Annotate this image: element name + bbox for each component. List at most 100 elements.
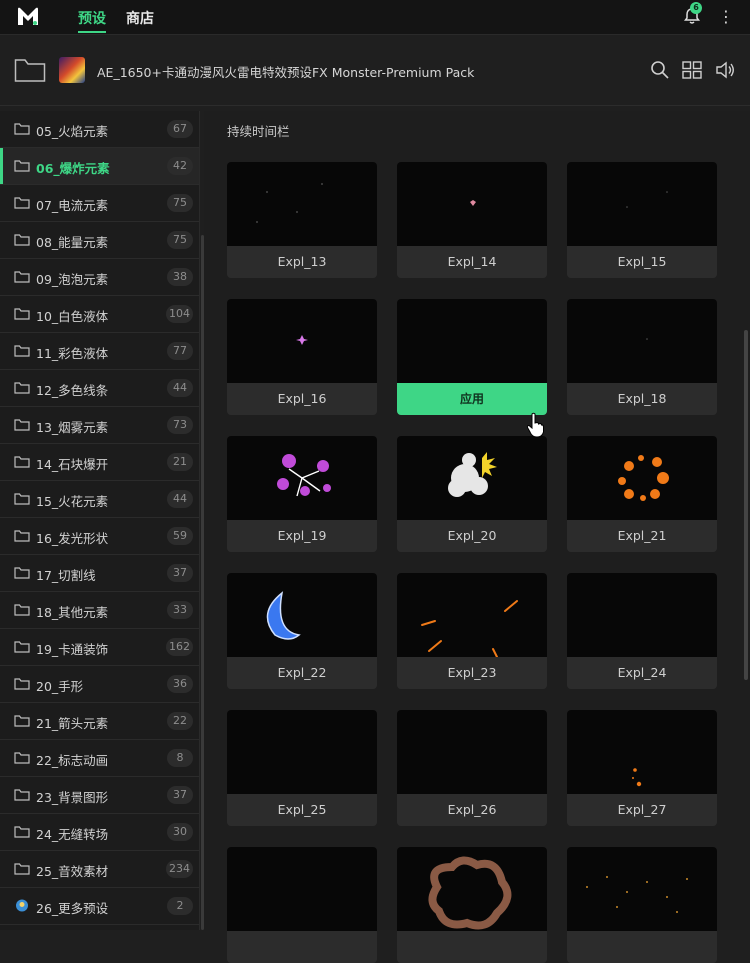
preset-preview[interactable]	[227, 299, 377, 383]
folder-icon[interactable]	[14, 57, 46, 83]
apply-button[interactable]: 应用	[397, 383, 547, 415]
preset-card[interactable]	[567, 847, 717, 963]
preset-preview[interactable]	[227, 710, 377, 794]
sidebar-item-label: 16_发光形状	[36, 531, 109, 546]
preset-preview[interactable]	[567, 847, 717, 931]
sidebar-item[interactable]: 15_火花元素 44	[0, 481, 199, 518]
effect-preview-art	[227, 847, 377, 931]
sidebar-item[interactable]: 07_电流元素 75	[0, 185, 199, 222]
preset-card[interactable]: Expl_19	[227, 436, 377, 552]
volume-icon[interactable]	[714, 59, 736, 81]
effect-preview-art	[421, 600, 518, 657]
effect-preview-art	[586, 876, 688, 913]
effect-preview-art	[296, 335, 308, 345]
more-menu-icon[interactable]: ⋮	[718, 7, 734, 27]
sidebar-item[interactable]: 11_彩色液体 77	[0, 333, 199, 370]
folder-icon	[14, 715, 30, 727]
preset-card[interactable]: Expl_18	[567, 299, 717, 415]
tab-presets[interactable]: 预设	[78, 8, 106, 28]
sidebar-item[interactable]: 17_切割线 37	[0, 555, 199, 592]
preset-card[interactable]	[397, 847, 547, 963]
preset-card[interactable]: Expl_15	[567, 162, 717, 278]
sidebar-item-label: 23_背景图形	[36, 790, 109, 805]
effect-preview-art	[256, 183, 323, 223]
sidebar-item-label: 18_其他元素	[36, 605, 109, 620]
sidebar-item[interactable]: 06_爆炸元素 42	[0, 148, 199, 185]
sidebar-item[interactable]: 12_多色线条 44	[0, 370, 199, 407]
preset-preview[interactable]	[397, 162, 547, 246]
sidebar-item[interactable]: 21_箭头元素 22	[0, 703, 199, 740]
preset-preview[interactable]	[227, 573, 377, 657]
preset-preview[interactable]	[567, 436, 717, 520]
preset-preview[interactable]	[227, 847, 377, 931]
preset-preview[interactable]	[397, 573, 547, 657]
preset-card[interactable]: Expl_21	[567, 436, 717, 552]
preset-preview[interactable]	[397, 299, 547, 383]
sidebar-item[interactable]: 10_白色液体 104	[0, 296, 199, 333]
sidebar-item-label: 05_火焰元素	[36, 124, 109, 139]
grid-view-icon[interactable]	[681, 59, 703, 81]
preset-preview[interactable]	[227, 162, 377, 246]
pack-title: AE_1650+卡通动漫风火雷电特效预设FX Monster-Premium P…	[97, 65, 475, 80]
sidebar-item[interactable]: 05_火焰元素 67	[0, 111, 199, 148]
item-count-badge: 33	[167, 601, 193, 619]
preset-card[interactable]: Expl_26	[397, 710, 547, 826]
tab-store[interactable]: 商店	[126, 8, 154, 28]
folder-icon	[14, 160, 30, 172]
sidebar-item-label: 09_泡泡元素	[36, 272, 109, 287]
effect-preview-art	[277, 454, 331, 497]
preset-preview[interactable]	[567, 573, 717, 657]
sidebar-item[interactable]: 14_石块爆开 21	[0, 444, 199, 481]
preset-preview[interactable]	[397, 710, 547, 794]
mouse-cursor-icon	[526, 412, 544, 438]
folder-icon	[14, 197, 30, 209]
effect-preview-art	[646, 338, 648, 340]
preset-card[interactable]: Expl_24	[567, 573, 717, 689]
sidebar-item-label: 10_白色液体	[36, 309, 109, 324]
preset-preview[interactable]	[567, 299, 717, 383]
sidebar-item[interactable]: 26_更多预设 2	[0, 888, 199, 925]
sidebar-item-label: 12_多色线条	[36, 383, 109, 398]
preset-card[interactable]: Expl_13	[227, 162, 377, 278]
sidebar-item[interactable]: 25_音效素材 234	[0, 851, 199, 888]
preset-card[interactable]: Expl_20	[397, 436, 547, 552]
sidebar-item[interactable]: 22_标志动画 8	[0, 740, 199, 777]
preset-card[interactable]	[227, 847, 377, 963]
preset-card[interactable]: Expl_22	[227, 573, 377, 689]
item-count-badge: 75	[167, 194, 193, 212]
preset-preview[interactable]	[567, 710, 717, 794]
folder-icon	[14, 826, 30, 838]
sidebar-item[interactable]: 20_手形 36	[0, 666, 199, 703]
preset-preview[interactable]	[567, 162, 717, 246]
preset-card[interactable]: Expl_16	[227, 299, 377, 415]
sidebar-item[interactable]: 16_发光形状 59	[0, 518, 199, 555]
preset-card[interactable]: Expl_23	[397, 573, 547, 689]
sidebar-item[interactable]: 18_其他元素 33	[0, 592, 199, 629]
sidebar-item[interactable]: 23_背景图形 37	[0, 777, 199, 814]
sidebar-item[interactable]: 09_泡泡元素 38	[0, 259, 199, 296]
search-icon[interactable]	[649, 59, 671, 81]
sidebar-item[interactable]: 08_能量元素 75	[0, 222, 199, 259]
sidebar-item[interactable]: 24_无缝转场 30	[0, 814, 199, 851]
folder-icon	[14, 308, 30, 320]
effect-preview-art	[397, 710, 547, 794]
sidebar-item[interactable]: 19_卡通装饰 162	[0, 629, 199, 666]
folder-icon	[14, 567, 30, 579]
sidebar-item[interactable]: 13_烟雾元素 73	[0, 407, 199, 444]
app-logo-icon[interactable]	[16, 5, 40, 27]
effect-preview-art	[397, 299, 547, 383]
preset-name: Expl_21	[567, 520, 717, 552]
grid-scrollbar[interactable]	[744, 330, 748, 680]
preset-preview[interactable]	[227, 436, 377, 520]
preset-preview[interactable]	[397, 436, 547, 520]
preset-preview[interactable]	[397, 847, 547, 931]
preset-card[interactable]: Expl_27	[567, 710, 717, 826]
preset-card[interactable]: 应用	[397, 299, 547, 415]
preset-name: Expl_24	[567, 657, 717, 689]
pack-header: AE_1650+卡通动漫风火雷电特效预设FX Monster-Premium P…	[0, 35, 750, 106]
preset-card[interactable]: Expl_25	[227, 710, 377, 826]
effect-preview-art	[567, 573, 717, 657]
item-count-badge: 30	[167, 823, 193, 841]
item-count-badge: 59	[167, 527, 193, 545]
preset-card[interactable]: Expl_14	[397, 162, 547, 278]
